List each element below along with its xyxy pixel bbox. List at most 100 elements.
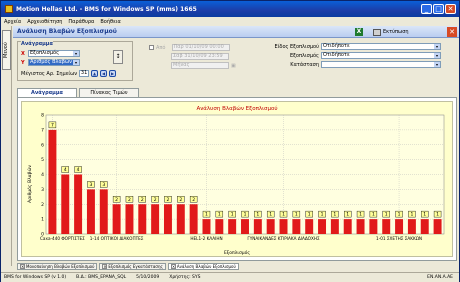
data-label: 1 [321, 212, 324, 218]
chevron-down-icon: ▾ [434, 62, 440, 67]
x-axis-select[interactable]: Εξοπλισμός ▾ [28, 50, 80, 57]
bar [420, 219, 429, 234]
doc-tab-monitoring[interactable]: × Μονοπαίνηση Βλαβών Εξοπλισμού [17, 263, 98, 270]
period-select[interactable]: Μήνας [171, 62, 229, 69]
equipment-type-select[interactable]: Οτιδήποτε ▾ [321, 43, 441, 50]
max-records-label: Μέγιστος Αρ. Σημείων [21, 70, 78, 77]
close-icon[interactable]: × [102, 264, 108, 269]
date-to-input[interactable]: Σαβ 31/10/09 23:59 [171, 53, 229, 60]
bar [176, 204, 185, 234]
status-lang: EN.AN.A.AE [427, 275, 453, 280]
chart-settings-title: Ανάγραμμα [21, 41, 53, 47]
date-range-label: Από [156, 44, 166, 51]
y-tick-label: 4 [41, 172, 44, 178]
data-label: 2 [154, 197, 157, 203]
date-range-checkbox[interactable] [149, 45, 154, 50]
bar [369, 219, 378, 234]
doc-tab-installation[interactable]: × Εξοπλισμός Εγκατάστασης [99, 263, 166, 270]
report-title: Ανάλυση Βλαβών Εξοπλισμού [17, 28, 117, 35]
tab-values-table[interactable]: Πίνακας Τιμών [79, 88, 139, 97]
data-label: 1 [346, 212, 349, 218]
maximize-button[interactable]: □ [433, 4, 444, 14]
close-icon[interactable]: × [170, 264, 176, 269]
doc-tab-label: Μονοπαίνηση Βλαβών Εξοπλισμού [26, 263, 95, 269]
bar [279, 219, 288, 234]
bar [86, 189, 95, 234]
menu-item-help[interactable]: Βοήθεια [100, 19, 120, 25]
bar [395, 219, 404, 234]
y-tick-label: 5 [41, 157, 44, 163]
status-db: Β.Δ.: BMS_EPANA_SQL [76, 275, 127, 280]
chart-container: Ανάλυση Βλαβών Εξοπλισμού Αριθμός Βλαβών… [17, 97, 457, 261]
x-tick-label: Caxa-440 ΦΟΡΤΙΣΤΕΣ [40, 236, 85, 241]
calendar-icon[interactable]: ▣ [231, 63, 236, 69]
printer-icon [373, 28, 381, 36]
next-icon[interactable]: ▶ [109, 70, 117, 77]
bar [228, 219, 237, 234]
data-label: 2 [179, 197, 182, 203]
side-menu-tab[interactable]: Μενού [2, 30, 11, 70]
data-label: 2 [115, 197, 118, 203]
app-window: Motion Hellas Ltd. - BMS for Windows SP … [0, 0, 460, 282]
status-date: 5/10/2009 [136, 275, 160, 280]
bar [253, 219, 262, 234]
menu-item-archive[interactable]: Αρχειοθέτηση [27, 19, 62, 25]
doc-tab-fault-analysis[interactable]: × Ανάλυση Βλαβών Εξοπλισμού [167, 263, 239, 270]
data-label: 3 [89, 182, 92, 188]
chevron-down-icon: ▾ [434, 53, 440, 58]
close-window-button[interactable]: ✕ [445, 4, 456, 14]
print-button[interactable]: Εκτύπωση [373, 27, 409, 37]
swap-axes-button[interactable]: ↕ [113, 50, 123, 64]
bar [74, 174, 83, 234]
spin-up-icon[interactable]: ▲ [91, 70, 99, 77]
side-menu-strip: Μενού [1, 26, 12, 266]
menu-item-windows[interactable]: Παράθυρα [68, 19, 94, 25]
bar [330, 219, 339, 234]
x-tick-label: ΓΥΝΑΙΚΑΝΔΕΣ ΚΤΙΡΙΑΚΑ ΔΙΑΔΟΧΗΣ [247, 236, 320, 241]
tab-chart[interactable]: Ανάγραμμα [17, 88, 77, 97]
data-label: 3 [102, 182, 105, 188]
bar [241, 219, 249, 234]
bar [407, 219, 416, 234]
chevron-down-icon: ▾ [434, 44, 440, 49]
status-filter-select[interactable]: ▾ [321, 61, 441, 68]
y-tick-label: 3 [41, 187, 44, 193]
bar [215, 219, 224, 234]
minimize-button[interactable]: _ [421, 4, 432, 14]
equipment-select[interactable]: Οτιδήποτε ▾ [321, 52, 441, 59]
date-from-input[interactable]: Παρ 01/10/09 00:00 [171, 44, 230, 51]
chart-x-axis-label: Εξοπλισμός [224, 249, 250, 256]
y-tick-label: 7 [41, 127, 44, 133]
data-label: 1 [398, 212, 401, 218]
window-title: Motion Hellas Ltd. - BMS for Windows SP … [16, 5, 197, 13]
data-label: 4 [64, 167, 67, 173]
data-label: 1 [372, 212, 375, 218]
close-report-button[interactable]: ✕ [447, 27, 457, 37]
equipment-type-value: Οτιδήποτε [323, 43, 350, 49]
equipment-value: Οτιδήποτε [323, 52, 350, 58]
chart-y-axis-label: Αριθμός Βλαβών [26, 165, 33, 203]
close-icon[interactable]: × [20, 264, 25, 269]
prev-icon[interactable]: ◀ [100, 70, 108, 77]
x-tick-label: 1-01 ΣΧΕΤΗΣ ΣΑΚΚΩΝ [376, 236, 422, 241]
max-records-input[interactable]: 31 [79, 70, 90, 77]
report-header: Ανάλυση Βλαβών Εξοπλισμού X Εκτύπωση ✕ [13, 26, 459, 38]
data-label: 1 [423, 212, 426, 218]
view-tabs: Ανάγραμμα Πίνακας Τιμών [17, 88, 139, 97]
chart-title: Ανάλυση Βλαβών Εξοπλισμού [196, 105, 277, 112]
title-bar[interactable]: Motion Hellas Ltd. - BMS for Windows SP … [1, 1, 459, 17]
data-label: 2 [167, 197, 170, 203]
x-axis-label: X [21, 50, 25, 57]
bar [202, 219, 211, 234]
bar [125, 204, 134, 234]
equipment-label: Εξοπλισμός [289, 52, 319, 59]
y-axis-label: Y [21, 59, 25, 66]
data-label: 7 [51, 122, 54, 128]
excel-export-icon[interactable]: X [355, 28, 363, 36]
y-axis-select[interactable]: Αριθμός Βλαβών ▾ [28, 59, 80, 66]
bar [112, 204, 121, 234]
data-label: 1 [205, 212, 208, 218]
y-tick-label: 2 [41, 202, 44, 208]
status-bar: BMS for Windows SP (v 1.0) Β.Δ.: BMS_EPA… [1, 272, 459, 282]
menu-item-files[interactable]: Αρχεία [4, 19, 21, 25]
